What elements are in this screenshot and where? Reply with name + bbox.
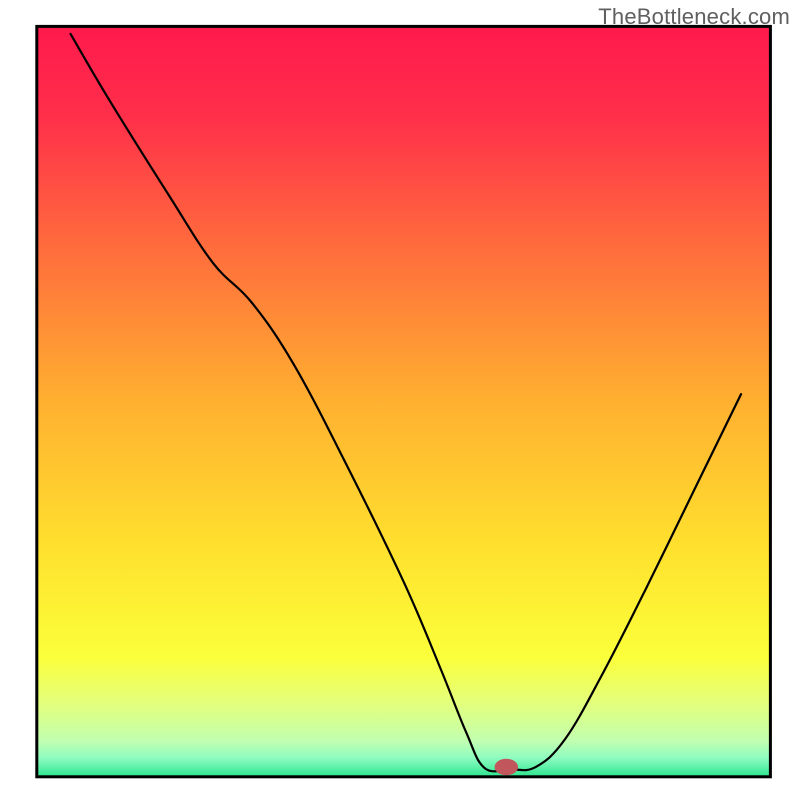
min-point-marker [495, 759, 518, 776]
chart-container: TheBottleneck.com [0, 0, 800, 800]
gradient-background [37, 26, 771, 776]
bottleneck-chart [0, 0, 800, 800]
watermark-text: TheBottleneck.com [598, 4, 790, 30]
